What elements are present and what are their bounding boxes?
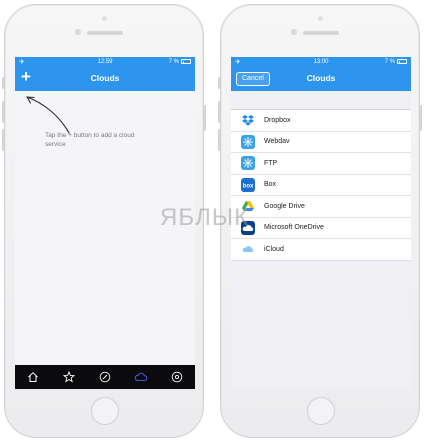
- service-label: Microsoft OneDrive: [264, 224, 324, 232]
- service-label: FTP: [264, 159, 278, 167]
- watermark-text: ЯБЛЫК: [160, 204, 250, 231]
- volume-up-button: [218, 101, 221, 123]
- service-label: iCloud: [264, 245, 284, 253]
- front-camera: [75, 29, 81, 35]
- ftp-icon: [241, 156, 255, 171]
- service-item-webdav[interactable]: Webdav: [231, 132, 411, 153]
- volume-down-button: [2, 129, 5, 151]
- service-item-dropbox[interactable]: Dropbox: [231, 110, 411, 132]
- power-button: [203, 105, 206, 131]
- volume-up-button: [2, 101, 5, 123]
- home-button[interactable]: [91, 397, 119, 425]
- service-item-icloud[interactable]: iCloud: [231, 239, 411, 261]
- star-icon: [63, 371, 75, 383]
- tab-settings[interactable]: [167, 367, 187, 387]
- front-camera: [291, 29, 297, 35]
- nav-bar: + Clouds: [15, 67, 195, 91]
- page-title: Clouds: [90, 73, 120, 83]
- tab-clouds[interactable]: [131, 367, 151, 387]
- earpiece-speaker: [303, 31, 339, 35]
- tab-bar: [15, 365, 195, 389]
- page-title: Clouds: [306, 73, 336, 83]
- cloud-icon: [134, 372, 148, 382]
- icloud-icon: [241, 242, 255, 257]
- sensor: [102, 16, 107, 21]
- tab-browse[interactable]: [95, 367, 115, 387]
- cloud-service-list: Dropbox Webdav FTP box Box Google Drive …: [231, 109, 411, 261]
- home-button[interactable]: [307, 397, 335, 425]
- service-label: Webdav: [264, 138, 290, 146]
- empty-hint-text: Tap the + button to add a cloud service: [45, 132, 135, 148]
- power-button: [419, 105, 422, 131]
- webdav-icon: [241, 134, 255, 149]
- status-bar: ✈ 13:00 7 %: [231, 57, 411, 67]
- service-item-google-drive[interactable]: Google Drive: [231, 196, 411, 218]
- dropbox-icon: [241, 113, 255, 128]
- battery-icon: [397, 59, 407, 64]
- service-item-onedrive[interactable]: Microsoft OneDrive: [231, 218, 411, 239]
- battery-percent: 7 %: [168, 58, 179, 65]
- sensor: [318, 16, 323, 21]
- compass-icon: [99, 371, 111, 383]
- svg-text:box: box: [243, 183, 254, 189]
- service-label: Google Drive: [264, 202, 305, 210]
- home-icon: [28, 372, 38, 382]
- battery-percent: 7 %: [384, 58, 395, 65]
- tab-home[interactable]: [23, 367, 43, 387]
- volume-down-button: [218, 129, 221, 151]
- service-label: Box: [264, 181, 277, 189]
- battery-icon: [181, 59, 191, 64]
- status-bar: ✈ 12:59 7 %: [15, 57, 195, 67]
- add-cloud-screen: ✈ 13:00 7 % Cancel Clouds Dropbox Webdav…: [231, 57, 411, 389]
- box-icon: box: [241, 177, 255, 192]
- service-label: Dropbox: [264, 116, 291, 124]
- earpiece-speaker: [87, 31, 123, 35]
- service-item-box[interactable]: box Box: [231, 175, 411, 196]
- service-item-ftp[interactable]: FTP: [231, 153, 411, 175]
- settings-icon: [171, 371, 183, 383]
- mute-switch: [2, 77, 5, 89]
- tab-favorites[interactable]: [59, 367, 79, 387]
- phone-right: ✈ 13:00 7 % Cancel Clouds Dropbox Webdav…: [218, 4, 422, 438]
- mute-switch: [218, 77, 221, 89]
- nav-bar: Cancel Clouds: [231, 67, 411, 91]
